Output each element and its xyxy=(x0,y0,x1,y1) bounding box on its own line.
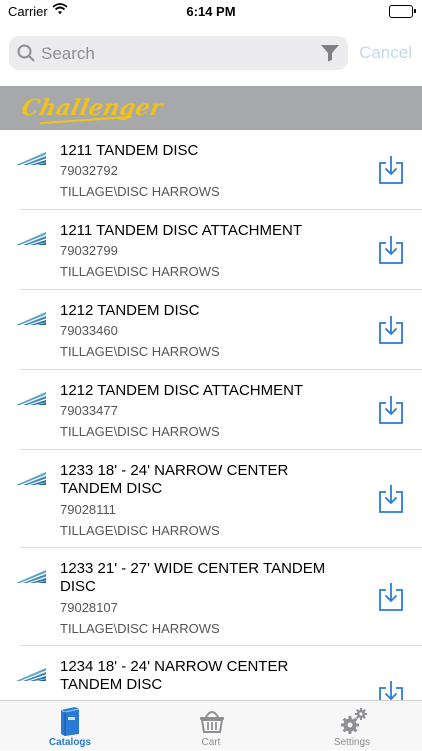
catalog-code: 79032792 xyxy=(60,163,118,178)
catalog-title: 1234 18' - 24' NARROW CENTER TANDEM DISC xyxy=(60,658,289,693)
status-bar: Carrier 6:14 PM xyxy=(0,0,422,24)
catalog-title: 1212 TANDEM DISC ATTACHMENT xyxy=(60,382,304,399)
tab-catalogs-label: Catalogs xyxy=(48,737,92,748)
tab-settings[interactable]: Settings xyxy=(282,701,422,751)
catalog-row[interactable]: 1233 18' - 24' NARROW CENTER TANDEM DISC… xyxy=(0,450,422,548)
challenger-stripes-icon xyxy=(16,149,46,170)
catalog-code: 79028111 xyxy=(60,502,116,517)
catalog-row[interactable]: 1233 21' - 27' WIDE CENTER TANDEM DISC 79… xyxy=(0,548,422,646)
catalog-row[interactable]: 1212 TANDEM DISC 79033460 TILLAGE\DISC HAR… xyxy=(0,290,422,370)
download-icon[interactable] xyxy=(378,315,404,350)
catalog-title: 1211 TANDEM DISC ATTACHMENT xyxy=(60,222,302,239)
challenger-stripes-icon xyxy=(16,229,46,250)
download-icon[interactable] xyxy=(378,680,404,700)
catalog-category: TILLAGE\DISC HARROWS xyxy=(60,424,220,439)
search-field[interactable] xyxy=(9,36,348,70)
search-input[interactable] xyxy=(39,40,313,68)
catalog-list[interactable]: 1211 TANDEM DISC 79032792 TILLAGE\DISC HAR… xyxy=(0,130,422,700)
catalog-row[interactable]: 1212 TANDEM DISC ATTACHMENT 79033477 TILLA… xyxy=(0,370,422,450)
gears-icon xyxy=(339,706,369,741)
search-row: Cancel xyxy=(0,30,422,76)
tab-cart[interactable]: Cart xyxy=(141,701,281,751)
catalog-title: 1233 18' - 24' NARROW CENTER TANDEM DISC xyxy=(60,462,289,497)
catalog-code: 79028107 xyxy=(60,600,118,615)
download-icon[interactable] xyxy=(378,582,404,617)
download-icon[interactable] xyxy=(378,395,404,430)
download-icon[interactable] xyxy=(378,155,404,190)
tab-settings-label: Settings xyxy=(333,737,371,748)
catalog-category: TILLAGE\DISC HARROWS xyxy=(60,621,220,636)
catalog-row[interactable]: 1211 TANDEM DISC ATTACHMENT 79032799 TILLA… xyxy=(0,210,422,290)
filter-icon[interactable] xyxy=(320,44,340,67)
download-icon[interactable] xyxy=(378,235,404,270)
download-icon[interactable] xyxy=(378,484,404,519)
cancel-button[interactable]: Cancel xyxy=(359,43,412,63)
catalog-code: 79033460 xyxy=(60,323,118,338)
catalog-category: TILLAGE\DISC HARROWS xyxy=(60,344,220,359)
tab-bar: Catalogs Cart Settings xyxy=(0,700,422,750)
catalog-category: TILLAGE\DISC HARROWS xyxy=(60,184,220,199)
challenger-logo: Challenger xyxy=(19,95,166,121)
challenger-stripes-icon xyxy=(16,389,46,410)
challenger-stripes-icon xyxy=(16,567,46,588)
catalog-code: 79033477 xyxy=(60,403,118,418)
catalog-title: 1233 21' - 27' WIDE CENTER TANDEM DISC xyxy=(60,560,326,595)
catalog-category: TILLAGE\DISC HARROWS xyxy=(60,264,220,279)
catalog-row[interactable]: 1211 TANDEM DISC 79032792 TILLAGE\DISC HAR… xyxy=(0,130,422,210)
cart-basket-icon xyxy=(198,706,226,739)
battery-icon xyxy=(389,5,416,18)
catalog-category: TILLAGE\DISC HARROWS xyxy=(60,523,220,538)
brand-banner: Challenger xyxy=(0,86,422,130)
catalog-title: 1211 TANDEM DISC xyxy=(60,142,199,159)
tab-cart-label: Cart xyxy=(201,737,221,748)
status-time: 6:14 PM xyxy=(186,4,236,19)
tab-catalogs[interactable]: Catalogs xyxy=(0,701,140,751)
challenger-stripes-icon xyxy=(16,309,46,330)
challenger-stripes-icon xyxy=(16,665,46,686)
catalog-title: 1212 TANDEM DISC xyxy=(60,302,200,319)
catalog-book-icon xyxy=(57,706,83,741)
challenger-stripes-icon xyxy=(16,469,46,490)
search-icon xyxy=(17,44,35,67)
catalog-code: 79032799 xyxy=(60,243,118,258)
catalog-row[interactable]: 1234 18' - 24' NARROW CENTER TANDEM DISC… xyxy=(0,646,422,700)
